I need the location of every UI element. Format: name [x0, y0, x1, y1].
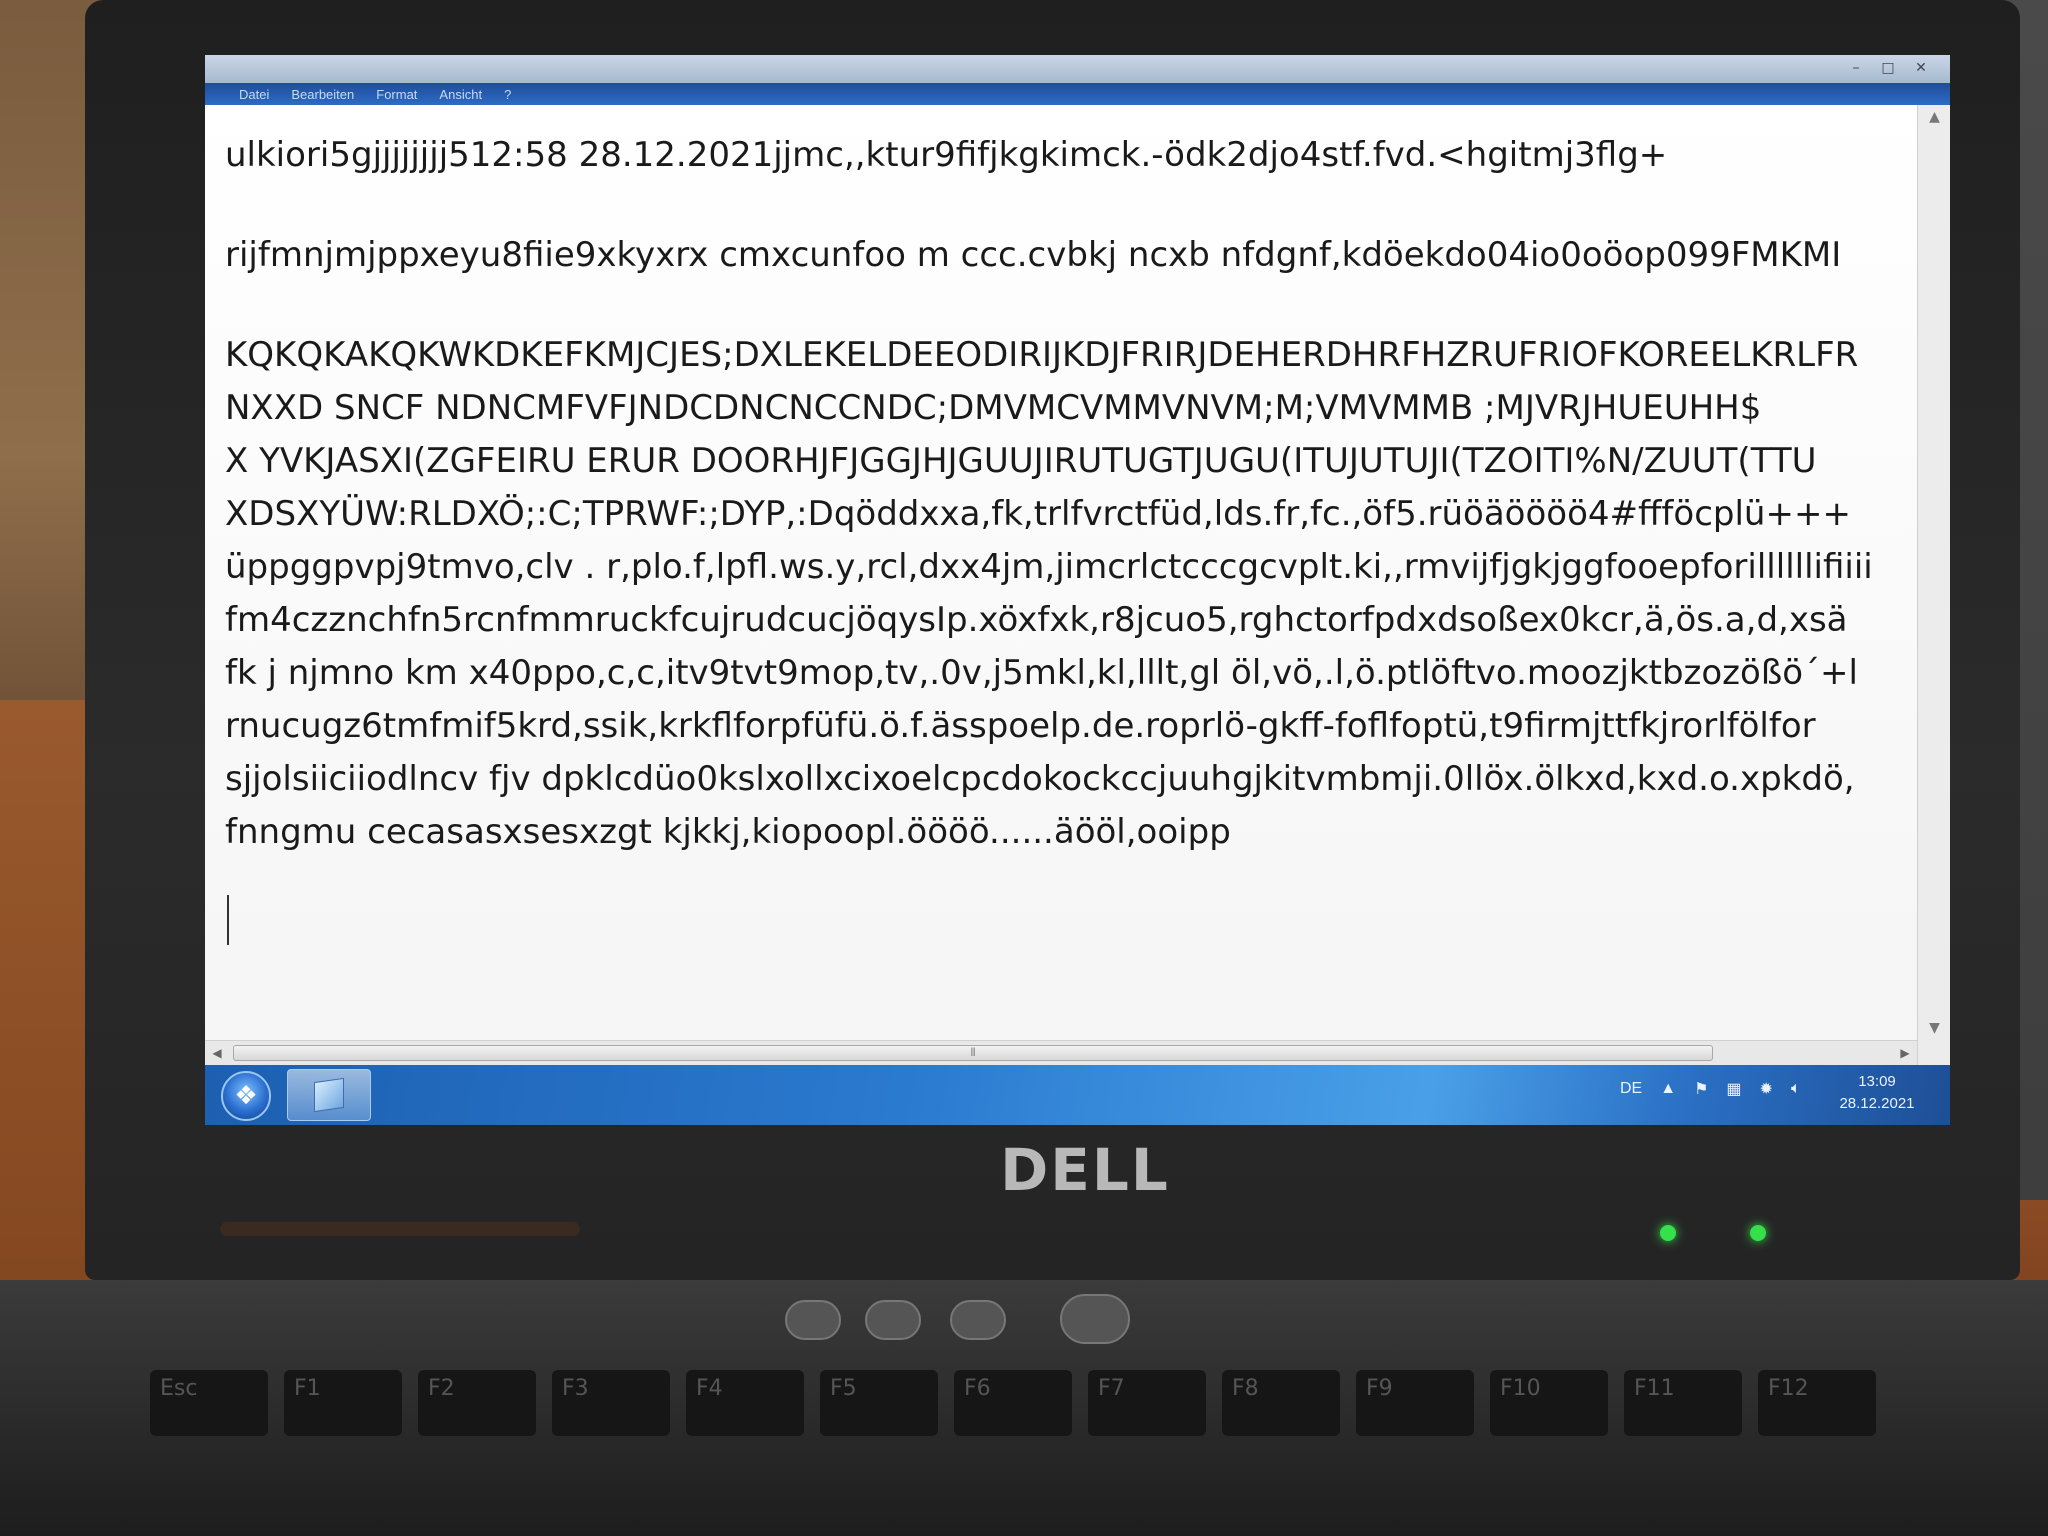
horizontal-scrollbar[interactable]: ◀ ⦀ ▶: [205, 1040, 1917, 1065]
text-editor-area[interactable]: ulkiori5gjjjjjjjj512:58 28.12.2021jjmc,,…: [205, 105, 1917, 1065]
editor-line: rijfmnjmjppxeyu8fiie9xkyxrx cmxcunfoo m …: [225, 235, 1842, 275]
editor-line: X YVKJASXI(ZGFEIRU ERUR DOORHJFJGGJHJGUU…: [225, 441, 1817, 481]
system-tray: DE ▲ ⚑ ▦ ✹ 🔈︎: [1620, 1079, 1801, 1099]
menu-help[interactable]: ?: [504, 87, 511, 102]
keyboard-key[interactable]: Esc: [150, 1370, 268, 1436]
laptop-keyboard-base: Esc F1 F2 F3 F4 F5 F6 F7 F8 F9 F10 F11 F…: [0, 1280, 2048, 1536]
editor-line: fk j njmno km x40ppo,c,c,itv9tvt9mop,tv,…: [225, 653, 1858, 693]
menu-bar: Datei Bearbeiten Format Ansicht ?: [205, 83, 1950, 105]
editor-line: ulkiori5gjjjjjjjj512:58 28.12.2021jjmc,,…: [225, 135, 1668, 175]
keyboard-key[interactable]: F8: [1222, 1370, 1340, 1436]
volume-icon[interactable]: 🔈︎: [1791, 1080, 1801, 1098]
keyboard-key[interactable]: F11: [1624, 1370, 1742, 1436]
windows-taskbar: ❖ DE ▲ ⚑ ▦ ✹ 🔈︎ 13:09 28.12.2021: [205, 1065, 1950, 1125]
windows-orb-icon[interactable]: ❖: [221, 1071, 271, 1121]
window-titlebar: – □ ✕: [205, 55, 1950, 83]
dell-logo: DELL: [1000, 1136, 1170, 1204]
horizontal-scroll-thumb[interactable]: ⦀: [233, 1045, 1713, 1061]
keyboard-key[interactable]: F1: [284, 1370, 402, 1436]
keyboard-key[interactable]: F10: [1490, 1370, 1608, 1436]
scroll-left-arrow-icon[interactable]: ◀: [207, 1043, 227, 1063]
media-button[interactable]: [785, 1300, 841, 1340]
power-led-icon: [1660, 1225, 1676, 1241]
battery-led-icon: [1750, 1225, 1766, 1241]
lid-hinge: [220, 1222, 580, 1236]
menu-file[interactable]: Datei: [239, 87, 269, 102]
notepad-icon: [314, 1077, 344, 1113]
editor-line: XDSXYÜW:RLDXÖ;:C;TPRWF:;DYP,:Dqöddxxa,fk…: [225, 494, 1851, 534]
menu-edit[interactable]: Bearbeiten: [291, 87, 354, 102]
keyboard-key[interactable]: F6: [954, 1370, 1072, 1436]
keyboard-key[interactable]: F7: [1088, 1370, 1206, 1436]
scroll-up-arrow-icon[interactable]: ▲: [1918, 105, 1950, 129]
clock-time: 13:09: [1858, 1073, 1896, 1090]
editor-line: KQKQKAKQKWKDKEFKMJCJES;DXLEKELDEEODIRIJK…: [225, 335, 1859, 375]
keyboard-key[interactable]: F5: [820, 1370, 938, 1436]
keyboard-key[interactable]: F9: [1356, 1370, 1474, 1436]
vertical-scrollbar[interactable]: ▲ ▼: [1917, 105, 1950, 1065]
close-button[interactable]: ✕: [1910, 59, 1932, 77]
media-button[interactable]: [950, 1300, 1006, 1340]
clock-date: 28.12.2021: [1839, 1095, 1915, 1112]
menu-view[interactable]: Ansicht: [439, 87, 482, 102]
show-hidden-icon[interactable]: ▲: [1660, 1080, 1676, 1098]
function-key-row: Esc F1 F2 F3 F4 F5 F6 F7 F8 F9 F10 F11 F…: [150, 1370, 1876, 1436]
editor-line: sjjolsiiciiodlncv fjv dpklcdüo0kslxollxc…: [225, 759, 1855, 799]
scroll-right-arrow-icon[interactable]: ▶: [1895, 1043, 1915, 1063]
text-caret: [227, 895, 229, 945]
keyboard-key[interactable]: F12: [1758, 1370, 1876, 1436]
editor-line: üppggpvpj9tmvo,clv . r,plo.f,lpfl.ws.y,r…: [225, 547, 1873, 587]
power-icon[interactable]: ✹: [1760, 1079, 1773, 1099]
taskbar-notepad-button[interactable]: [287, 1069, 371, 1121]
menu-format[interactable]: Format: [376, 87, 417, 102]
power-button[interactable]: [1060, 1294, 1130, 1344]
keyboard-key[interactable]: F3: [552, 1370, 670, 1436]
keyboard-key[interactable]: F2: [418, 1370, 536, 1436]
laptop-screen: – □ ✕ Datei Bearbeiten Format Ansicht ? …: [205, 55, 1950, 1125]
tray-clock[interactable]: 13:09 28.12.2021: [1827, 1071, 1927, 1115]
language-indicator[interactable]: DE: [1620, 1080, 1642, 1098]
editor-line: rnucugz6tmfmif5krd,ssik,krkflforpfüfü.ö.…: [225, 706, 1816, 746]
scroll-down-arrow-icon[interactable]: ▼: [1918, 1016, 1950, 1040]
editor-line: fm4czznchfn5rcnfmmruckfcujrudcucjöqysIp.…: [225, 600, 1848, 640]
action-center-flag-icon[interactable]: ⚑: [1694, 1079, 1708, 1099]
editor-line: fnngmu cecasasxsesxzgt kjkkj,kiopoopl.öö…: [225, 812, 1231, 852]
minimize-button[interactable]: –: [1845, 59, 1867, 77]
media-button[interactable]: [865, 1300, 921, 1340]
editor-line: NXXD SNCF NDNCMFVFJNDCDNCNCCNDC;DMVMCVMM…: [225, 388, 1762, 428]
keyboard-key[interactable]: F4: [686, 1370, 804, 1436]
maximize-button[interactable]: □: [1877, 59, 1899, 77]
network-icon[interactable]: ▦: [1726, 1079, 1741, 1099]
